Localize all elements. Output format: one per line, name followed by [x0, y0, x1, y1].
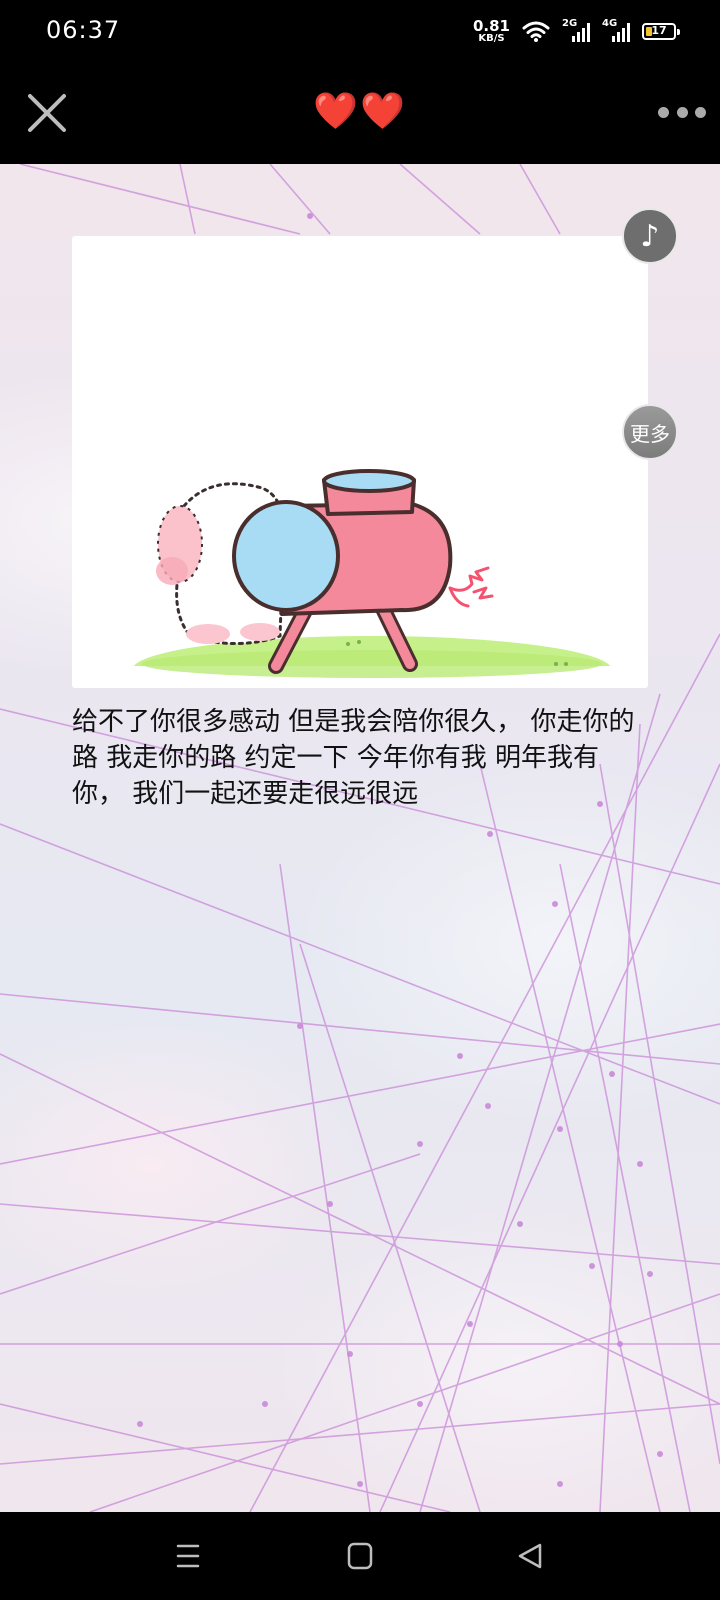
- signal-sim2-icon: 4G: [602, 18, 630, 42]
- menu-icon: [176, 1544, 200, 1568]
- wifi-icon: [522, 21, 550, 42]
- post-content-area[interactable]: ♪ 更多 给不了你很多感动 但是我会陪你很久， 你走你的路 我走你的路 约定一下…: [0, 164, 720, 1512]
- system-nav-bar: [0, 1512, 720, 1600]
- battery-level: 17: [651, 23, 667, 37]
- nav-home-button[interactable]: [340, 1538, 380, 1574]
- battery-icon: 17: [642, 22, 680, 40]
- network-speed-unit: KB/S: [478, 32, 505, 44]
- post-image: [132, 469, 612, 688]
- nav-back-button[interactable]: [510, 1538, 550, 1574]
- signal-sim1-icon: 2G: [562, 18, 590, 42]
- status-time: 06:37: [46, 16, 121, 44]
- status-icons: 0.81 KB/S 2G 4G 17: [472, 16, 680, 46]
- music-toggle-button[interactable]: ♪: [622, 208, 678, 264]
- more-options-button[interactable]: [658, 96, 706, 128]
- nav-menu-button[interactable]: [168, 1538, 208, 1574]
- post-image-card[interactable]: [72, 236, 648, 688]
- more-side-label: 更多: [630, 421, 670, 446]
- music-note-icon: ♪: [640, 218, 660, 254]
- app-bar: ❤️❤️: [0, 62, 720, 164]
- network-speed: 0.81 KB/S: [472, 16, 510, 44]
- more-dots-icon: [658, 106, 669, 118]
- status-bar: 06:37 0.81 KB/S 2G 4G 17: [0, 0, 720, 62]
- back-icon: [518, 1543, 542, 1569]
- network-speed-value: 0.81: [472, 16, 510, 35]
- page-title: ❤️❤️: [313, 91, 407, 132]
- post-text: 给不了你很多感动 但是我会陪你很久， 你走你的路 我走你的路 约定一下 今年你有…: [72, 707, 635, 809]
- home-icon: [347, 1542, 373, 1570]
- more-side-button[interactable]: 更多: [622, 404, 678, 460]
